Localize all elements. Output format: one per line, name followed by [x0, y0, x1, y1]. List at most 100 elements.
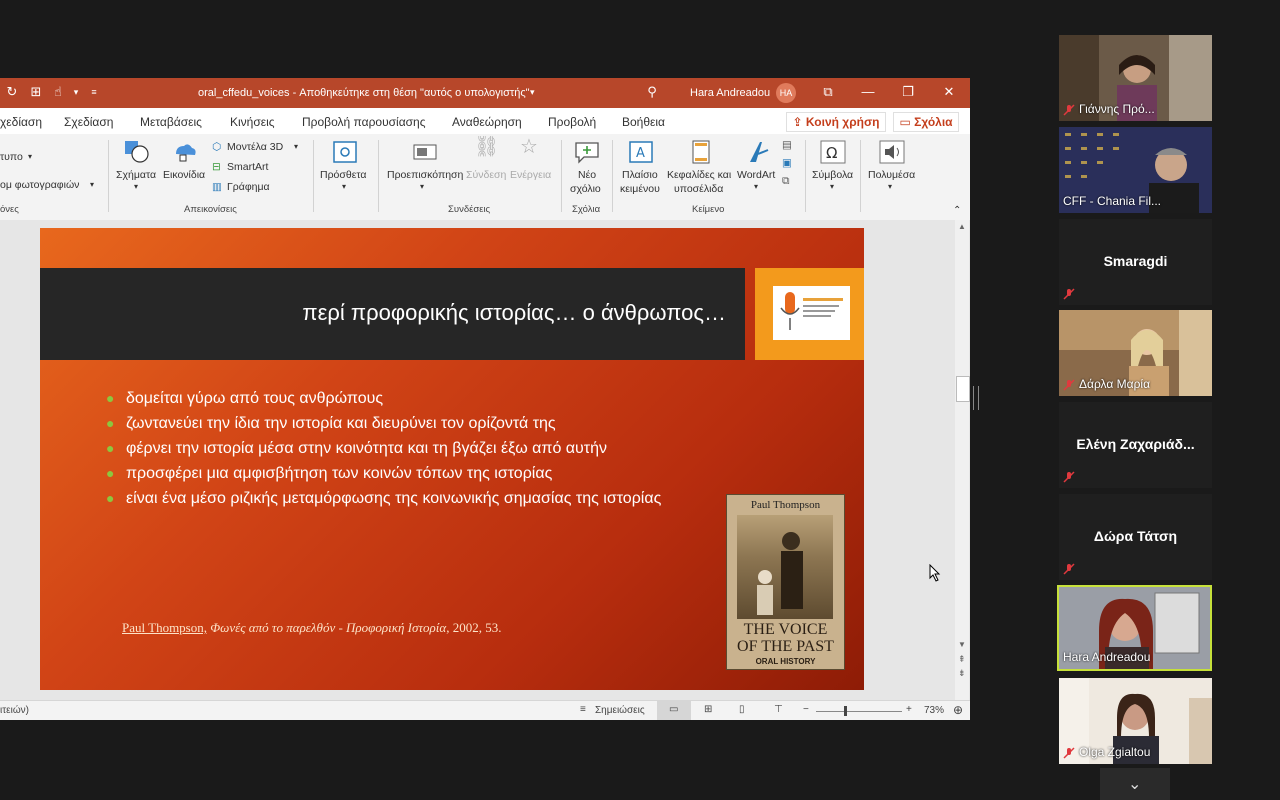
presentation-icon[interactable]: ⊞ [28, 84, 44, 100]
link-icon[interactable]: ⛓ [474, 137, 499, 157]
close-icon[interactable]: ✕ [941, 84, 957, 100]
zoom-button[interactable]: Προεπισκόπηση [387, 168, 463, 182]
minimize-icon[interactable]: — [860, 84, 876, 100]
participant-tile[interactable]: Smaragdi [1059, 219, 1212, 305]
normal-view-button[interactable]: ▭ [657, 701, 691, 720]
search-icon[interactable]: ⚲ [644, 84, 660, 100]
object-icon[interactable]: ⧉ [782, 174, 790, 188]
reading-view-icon[interactable]: ▯ [739, 704, 745, 715]
tab-help[interactable]: Βοήθεια [622, 115, 665, 129]
zoom-level[interactable]: 73% [924, 705, 944, 716]
smartart-button[interactable]: SmartArt [227, 160, 268, 174]
zoom-icon[interactable] [412, 140, 438, 164]
scroll-participants-button[interactable]: ⌄ [1100, 768, 1170, 800]
cube-icon[interactable]: ⬡ [212, 140, 221, 154]
new-comment-icon[interactable] [574, 140, 600, 164]
action-star-icon[interactable]: ☆ [520, 137, 538, 157]
chevron-down-icon[interactable]: ▾ [420, 180, 424, 194]
header-footer-icon[interactable] [688, 140, 714, 164]
textbox-icon[interactable]: A [628, 140, 654, 164]
speaker-icon[interactable] [879, 140, 905, 164]
chart-button[interactable]: Γράφημα [227, 180, 270, 194]
zoom-in-icon[interactable]: + [906, 704, 912, 715]
redo-icon[interactable]: ↻ [4, 84, 20, 100]
chevron-down-icon[interactable]: ▾ [90, 178, 94, 192]
icons-button[interactable]: Εικονίδια [163, 168, 205, 182]
chevron-down-icon[interactable]: ▾ [68, 84, 84, 100]
tab-insert-partial[interactable]: χεδίαση [0, 115, 42, 129]
participant-tile-active-speaker[interactable]: Hara Andreadou [1057, 585, 1212, 671]
participant-tile[interactable]: Δάρλα Μαρία [1059, 310, 1212, 396]
models-3d-button[interactable]: Μοντέλα 3D [227, 140, 283, 154]
participant-tile[interactable]: CFF - Chania Fil... [1059, 127, 1212, 213]
chevron-down-icon[interactable]: ▾ [888, 180, 892, 194]
omega-icon[interactable]: Ω [820, 140, 846, 164]
ribbon-partial-item[interactable]: τυπο [0, 150, 23, 164]
link-button[interactable]: Σύνδεση [466, 168, 506, 182]
tab-design[interactable]: Σχεδίαση [64, 115, 113, 129]
scroll-thumb[interactable] [956, 376, 970, 402]
vertical-scrollbar[interactable]: ▲ ▼ ⇞ ⇟ [955, 220, 970, 700]
zoom-slider-thumb[interactable] [844, 706, 847, 716]
header-footer-line2[interactable]: υποσέλιδα [674, 182, 723, 196]
smartart-icon[interactable]: ⊟ [212, 160, 221, 174]
zoom-slider[interactable] [816, 711, 902, 712]
slideshow-icon[interactable]: ⊤ [774, 704, 783, 715]
touch-mode-icon[interactable]: ☝ [50, 84, 66, 100]
share-button[interactable]: ⇪ Κοινή χρήση [786, 112, 886, 132]
tab-animations[interactable]: Κινήσεις [230, 115, 275, 129]
user-name[interactable]: Hara Andreadou [690, 87, 770, 99]
addins-icon[interactable] [332, 140, 358, 164]
participant-tile[interactable]: Γιάννης Πρό... [1059, 35, 1212, 121]
notes-button[interactable]: Σημειώσεις [595, 705, 645, 716]
svg-text:A: A [636, 146, 645, 161]
tab-transitions[interactable]: Μεταβάσεις [140, 115, 202, 129]
collapse-ribbon-icon[interactable]: ⌃ [953, 204, 961, 218]
ribbon-display-icon[interactable]: ⧉ [820, 84, 836, 100]
chevron-down-icon[interactable]: ▾ [134, 180, 138, 194]
project-logo [773, 286, 850, 340]
divider [378, 140, 379, 212]
chevron-down-icon[interactable]: ▾ [294, 140, 298, 154]
textbox-line2[interactable]: κειμένου [620, 182, 660, 196]
chevron-down-icon[interactable]: ▾ [342, 180, 346, 194]
slide[interactable]: περί προφορικής ιστορίας… ο άνθρωπος… ● δ… [40, 228, 864, 690]
chart-icon[interactable]: ▥ [212, 180, 222, 194]
icons-icon[interactable] [172, 140, 198, 164]
prev-slide-icon[interactable]: ⇞ [958, 654, 966, 665]
next-slide-icon[interactable]: ⇟ [958, 668, 966, 679]
customize-toolbar-icon[interactable]: ≡ [86, 84, 102, 100]
new-comment-line2[interactable]: σχόλιο [570, 182, 601, 196]
action-button[interactable]: Ενέργεια [510, 168, 551, 182]
scroll-down-icon[interactable]: ▼ [958, 640, 966, 649]
tab-review[interactable]: Αναθεώρηση [452, 115, 522, 129]
participant-tile[interactable]: Olga Zgialtou [1059, 678, 1212, 764]
scroll-up-icon[interactable]: ▲ [958, 222, 966, 231]
slide-sorter-icon[interactable]: ⊞ [704, 704, 712, 715]
share-label: Κοινή χρήση [805, 115, 880, 129]
zoom-out-icon[interactable]: − [803, 704, 809, 715]
chevron-down-icon[interactable]: ▾ [830, 180, 834, 194]
slide-number-icon[interactable]: ▣ [782, 156, 792, 170]
textbox-line1[interactable]: Πλαίσιο [622, 168, 658, 182]
chevron-down-icon[interactable]: ▾ [28, 150, 32, 164]
header-footer-line1[interactable]: Κεφαλίδες και [667, 168, 731, 182]
fit-to-window-icon[interactable]: ⊕ [953, 703, 963, 717]
ribbon-partial-album[interactable]: ομ φωτογραφιών [0, 178, 79, 192]
avatar[interactable]: HA [776, 83, 796, 103]
wordart-icon[interactable] [746, 140, 772, 164]
new-comment-line1[interactable]: Νέο [578, 168, 596, 182]
shapes-icon[interactable] [124, 140, 150, 164]
participant-tile[interactable]: Ελένη Ζαχαριάδ... [1059, 402, 1212, 488]
panel-resize-handle[interactable] [973, 386, 979, 410]
comments-button[interactable]: ▭ Σχόλια [893, 112, 959, 132]
chevron-down-icon[interactable]: ▾ [754, 180, 758, 194]
tab-slideshow[interactable]: Προβολή παρουσίασης [302, 115, 426, 129]
restore-icon[interactable]: ❐ [900, 84, 916, 100]
tab-view[interactable]: Προβολή [548, 115, 596, 129]
participant-tile[interactable]: Δώρα Τάτση [1059, 494, 1212, 580]
date-time-icon[interactable]: ▤ [782, 138, 792, 152]
notes-icon[interactable]: ≡ [580, 704, 586, 715]
title-dropdown-icon[interactable]: ▾ [530, 87, 535, 98]
book-title-line1: THE VOICE [743, 621, 828, 638]
